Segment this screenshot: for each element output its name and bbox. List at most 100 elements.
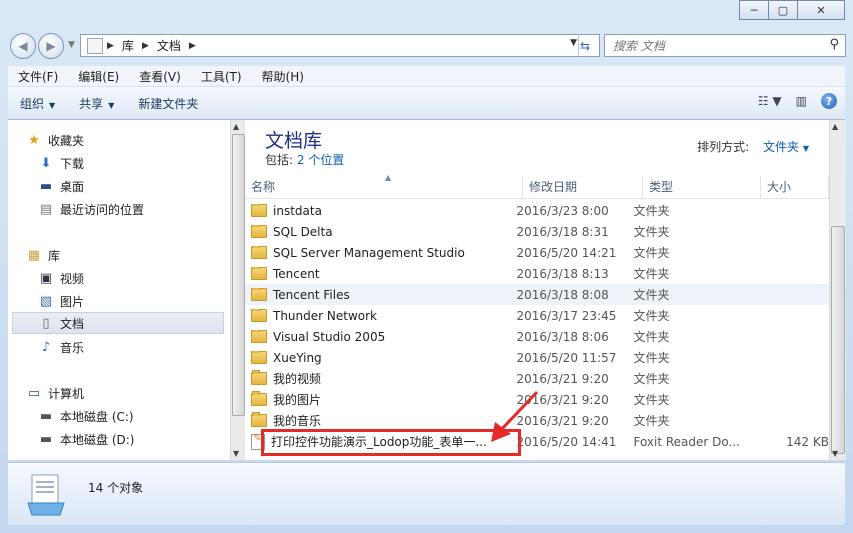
table-row[interactable]: SQL Delta 2016/3/18 8:31 文件夹 — [245, 221, 829, 242]
nav-computer[interactable]: ▭ 计算机 — [26, 382, 84, 404]
file-name: XueYing — [273, 350, 322, 365]
includes-locations-link[interactable]: 2 个位置 — [297, 153, 344, 167]
back-button[interactable]: ◀ — [10, 33, 36, 59]
file-name: Thunder Network — [273, 308, 377, 323]
menu-tools[interactable]: 工具(T) — [191, 68, 252, 85]
file-date: 2016/3/18 8:06 — [516, 329, 609, 344]
folder-icon — [251, 224, 267, 238]
nav-label: 本地磁盘 (D:) — [60, 432, 135, 447]
back-arrow-icon: ◀ — [18, 39, 28, 53]
forward-button[interactable]: ▶ — [38, 33, 64, 59]
nav-downloads[interactable]: ⬇ 下载 — [38, 152, 84, 174]
nav-favorites[interactable]: ★ 收藏夹 — [26, 129, 84, 151]
nav-libraries[interactable]: ▦ 库 — [26, 244, 60, 266]
minimize-button[interactable]: ─ — [739, 0, 769, 20]
documents-icon: ▯ — [42, 315, 50, 331]
menu-edit[interactable]: 编辑(E) — [68, 68, 129, 85]
chevron-right-icon[interactable]: ▶ — [189, 41, 196, 51]
address-dropdown-icon[interactable]: ▼ — [570, 38, 577, 48]
file-type: 文件夹 — [633, 267, 670, 281]
file-list-scrollbar[interactable]: ▲ ▼ — [829, 120, 846, 460]
chevron-right-icon[interactable]: ▶ — [142, 41, 149, 51]
library-title: 文档库 — [265, 130, 323, 152]
recent-pages-dropdown-icon[interactable]: ▼ — [68, 40, 75, 50]
file-date: 2016/3/18 8:08 — [516, 287, 609, 302]
table-row[interactable]: Visual Studio 2005 2016/3/18 8:06 文件夹 — [245, 326, 829, 347]
close-button[interactable]: ✕ — [798, 0, 845, 20]
menu-help[interactable]: 帮助(H) — [252, 68, 314, 85]
folder-icon — [251, 329, 267, 343]
file-date: 2016/3/17 23:45 — [516, 308, 617, 323]
refresh-button[interactable]: ⇆ — [578, 35, 599, 56]
share-button[interactable]: 共享 ▼ — [67, 95, 126, 112]
share-label: 共享 — [79, 96, 104, 111]
column-header-size[interactable]: 大小 — [761, 176, 829, 198]
nav-drive-d[interactable]: ▬ 本地磁盘 (D:) — [38, 428, 135, 450]
table-row[interactable]: Tencent 2016/3/18 8:13 文件夹 — [245, 263, 829, 284]
scroll-down-icon[interactable]: ▼ — [832, 449, 838, 458]
breadcrumb-libraries[interactable]: 库 — [122, 37, 134, 54]
nav-pictures[interactable]: ▧ 图片 — [38, 290, 84, 312]
file-type: 文件夹 — [633, 414, 670, 428]
scrollbar-thumb[interactable] — [831, 226, 845, 454]
nav-music[interactable]: ♪ 音乐 — [38, 336, 84, 358]
file-type: 文件夹 — [633, 288, 670, 302]
maximize-button[interactable]: ▢ — [769, 0, 798, 20]
music-icon: ♪ — [41, 339, 51, 355]
table-row[interactable]: instdata 2016/3/23 8:00 文件夹 — [245, 200, 829, 221]
arrange-by-dropdown[interactable]: 文件夹 ▼ — [763, 140, 809, 154]
search-input[interactable] — [605, 37, 825, 54]
organize-button[interactable]: 组织 ▼ — [8, 95, 67, 112]
nav-desktop[interactable]: ▬ 桌面 — [38, 175, 84, 197]
recent-places-icon: ▤ — [39, 201, 53, 217]
chevron-down-icon: ▼ — [802, 144, 809, 153]
nav-drive-c[interactable]: ▬ 本地磁盘 (C:) — [38, 405, 134, 427]
file-type: 文件夹 — [633, 351, 670, 365]
drive-icon: ▬ — [39, 408, 53, 424]
help-icon[interactable]: ? — [821, 93, 837, 109]
item-count: 14 个对象 — [88, 481, 144, 495]
scrollbar-thumb[interactable] — [232, 134, 245, 416]
table-row[interactable]: XueYing 2016/5/20 11:57 文件夹 — [245, 347, 829, 368]
column-header-date[interactable]: 修改日期 — [523, 176, 643, 198]
scroll-down-icon[interactable]: ▼ — [233, 449, 239, 458]
menu-file[interactable]: 文件(F) — [8, 68, 68, 85]
library-includes: 包括: 2 个位置 — [265, 151, 344, 168]
folder-icon — [251, 266, 267, 280]
change-view-icon[interactable]: ☷ ▼ — [758, 94, 782, 108]
scroll-up-icon[interactable]: ▲ — [233, 122, 239, 131]
video-icon: ▣ — [39, 270, 53, 286]
table-row[interactable]: SQL Server Management Studio 2016/5/20 1… — [245, 242, 829, 263]
library-icon: ▦ — [27, 247, 41, 263]
chevron-right-icon[interactable]: ▶ — [107, 41, 114, 51]
chevron-down-icon: ▼ — [49, 100, 56, 110]
folder-icon — [251, 287, 267, 301]
nav-recent-places[interactable]: ▤ 最近访问的位置 — [38, 198, 144, 220]
annotation-arrow — [491, 390, 539, 442]
file-date: 2016/5/20 11:57 — [516, 350, 617, 365]
nav-videos[interactable]: ▣ 视频 — [38, 267, 84, 289]
scroll-up-icon[interactable]: ▲ — [832, 122, 838, 131]
navigation-scrollbar[interactable]: ▲ ▼ — [230, 120, 245, 460]
address-bar[interactable]: ▶ 库 ▶ 文档 ▶ ▼ ⇆ — [80, 34, 600, 57]
drive-icon: ▬ — [39, 431, 53, 447]
table-row[interactable]: Tencent Files 2016/3/18 8:08 文件夹 — [245, 284, 829, 305]
file-date: 2016/3/23 8:00 — [516, 203, 609, 218]
nav-label: 下载 — [60, 156, 85, 171]
table-row[interactable]: Thunder Network 2016/3/17 23:45 文件夹 — [245, 305, 829, 326]
star-icon: ★ — [28, 132, 40, 148]
search-icon[interactable]: ⚲ — [829, 37, 839, 52]
folder-icon — [251, 245, 267, 259]
column-header-name[interactable]: 名称 — [245, 176, 523, 198]
file-name: Tencent Files — [273, 287, 350, 302]
file-name: 我的视频 — [273, 372, 322, 386]
column-header-type[interactable]: 类型 — [643, 176, 761, 198]
new-folder-button[interactable]: 新建文件夹 — [126, 95, 210, 112]
menu-view[interactable]: 查看(V) — [129, 68, 191, 85]
breadcrumb-documents[interactable]: 文档 — [157, 37, 181, 54]
file-name: SQL Delta — [273, 224, 333, 239]
navigation-pane: ★ 收藏夹 ⬇ 下载 ▬ 桌面 ▤ 最近访问的位置 ▦ 库 ▣ 视频 ▧ 图片 ▯ 文档 ♪ 音乐… — [8, 120, 230, 460]
preview-pane-icon[interactable]: ▥ — [796, 94, 807, 108]
search-box[interactable]: ⚲ — [604, 34, 846, 57]
nav-documents[interactable]: ▯ 文档 — [12, 312, 224, 334]
